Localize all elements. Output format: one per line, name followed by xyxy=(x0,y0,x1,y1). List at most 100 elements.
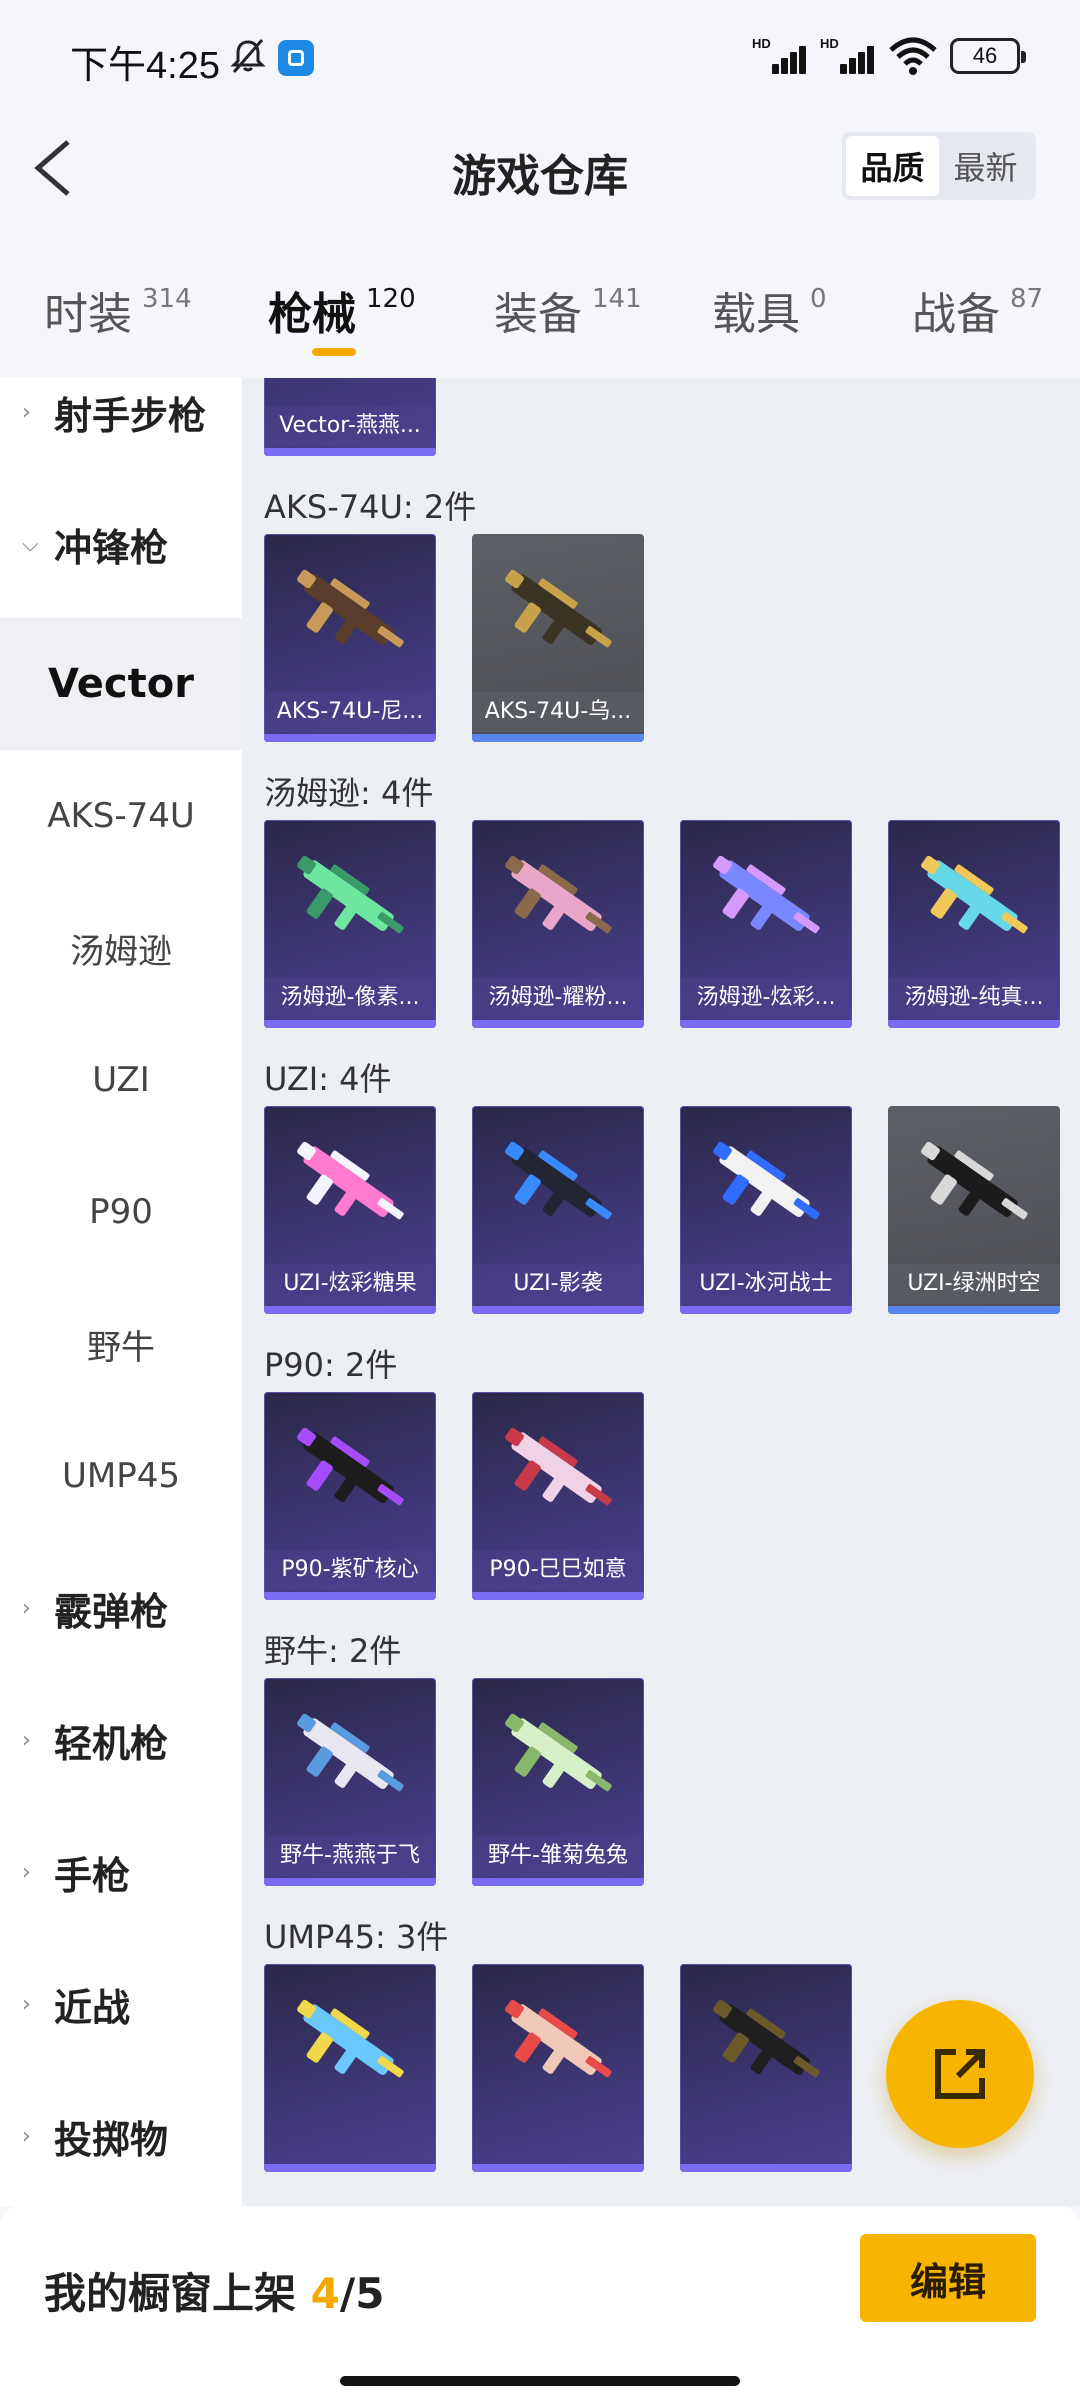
tab-equipment[interactable]: 装备 141 xyxy=(494,278,642,342)
weapon-skin-card[interactable]: UZI-炫彩糖果 xyxy=(264,1106,436,1314)
weapon-skin-name: 汤姆逊-炫彩... xyxy=(680,978,852,1018)
gun-skin-image xyxy=(505,1999,612,2078)
tab-guns[interactable]: 枪械 120 xyxy=(268,278,416,342)
weapon-skin-card[interactable]: 野牛-燕燕于飞 xyxy=(264,1678,436,1886)
tab-vehicles[interactable]: 载具 0 xyxy=(712,278,827,342)
sidebar-item-lmg[interactable]: › 轻机枪 xyxy=(0,1674,242,1806)
weapon-skin-name: P90-紫矿核心 xyxy=(264,1550,436,1590)
weapon-skin-card[interactable]: P90-巳巳如意 xyxy=(472,1392,644,1600)
rarity-bar xyxy=(264,1306,436,1314)
weapon-skin-name: 汤姆逊-纯真... xyxy=(888,978,1060,1018)
weapon-skin-card[interactable]: P90-紫矿核心 xyxy=(264,1392,436,1600)
weapon-skin-name: 汤姆逊-像素... xyxy=(264,978,436,1018)
gun-skin-image xyxy=(505,1713,612,1792)
weapon-skin-list: Vector-燕燕... AKS-74U: 2件 AKS-74U-尼... AKS-7… xyxy=(242,378,1080,2206)
weapon-skin-card[interactable]: 汤姆逊-像素... xyxy=(264,820,436,1028)
sidebar-item-thompson[interactable]: 汤姆逊 xyxy=(0,882,242,1014)
rarity-bar xyxy=(472,1592,644,1600)
gun-skin-image xyxy=(505,1141,612,1220)
chevron-down-icon: ⌵ xyxy=(22,531,39,557)
gun-skin-image xyxy=(713,855,820,934)
weapon-skin-name: UZI-绿洲时空 xyxy=(888,1264,1060,1304)
sidebar-item-ump45[interactable]: UMP45 xyxy=(0,1410,242,1542)
chevron-right-icon: › xyxy=(22,2123,31,2149)
sidebar-item-uzi[interactable]: UZI xyxy=(0,1014,242,1146)
battery-icon: 46 xyxy=(950,38,1026,74)
rarity-bar xyxy=(472,1878,644,1886)
weapon-skin-card[interactable]: UZI-冰河战士 xyxy=(680,1106,852,1314)
share-icon xyxy=(935,2049,985,2099)
rarity-bar xyxy=(472,734,644,742)
chevron-right-icon: › xyxy=(22,1991,31,2017)
weapon-skin-card[interactable]: 汤姆逊-纯真... xyxy=(888,820,1060,1028)
sidebar-item-shotgun[interactable]: › 霰弹枪 xyxy=(0,1542,242,1674)
share-button[interactable] xyxy=(886,2000,1034,2148)
gun-skin-image xyxy=(713,1141,820,1220)
gun-skin-image xyxy=(284,378,416,392)
weapon-skin-card[interactable] xyxy=(264,1964,436,2172)
rarity-bar xyxy=(264,1020,436,1028)
weapon-skin-card[interactable]: UZI-影袭 xyxy=(472,1106,644,1314)
sidebar-item-smg[interactable]: ⌵ 冲锋枪 xyxy=(0,478,242,610)
sidebar-item-melee[interactable]: › 近战 xyxy=(0,1938,242,2070)
wifi-icon xyxy=(889,37,937,75)
chevron-right-icon: › xyxy=(22,1859,31,1885)
tab-fashion[interactable]: 时装 314 xyxy=(44,278,192,342)
chevron-right-icon: › xyxy=(22,1727,31,1753)
weapon-skin-card[interactable]: Vector-燕燕... xyxy=(264,378,436,456)
gun-skin-image xyxy=(505,855,612,934)
tab-supplies[interactable]: 战备 87 xyxy=(912,278,1043,342)
rarity-bar xyxy=(264,2164,436,2172)
weapon-skin-name: UZI-影袭 xyxy=(472,1264,644,1304)
rarity-bar xyxy=(680,1306,852,1314)
bell-muted-icon xyxy=(230,39,266,73)
app-header: 游戏仓库 品质 最新 xyxy=(0,116,1080,220)
chevron-right-icon: › xyxy=(22,399,31,425)
weapon-skin-card[interactable] xyxy=(680,1964,852,2172)
weapon-skin-name: 野牛-燕燕于飞 xyxy=(264,1836,436,1876)
section-title: UZI: 4件 xyxy=(264,1060,392,1098)
gun-skin-image xyxy=(297,1141,404,1220)
rarity-bar xyxy=(264,734,436,742)
weapon-skin-card[interactable]: UZI-绿洲时空 xyxy=(888,1106,1060,1314)
weapon-skin-card[interactable] xyxy=(472,1964,644,2172)
sidebar-item-bizon[interactable]: 野牛 xyxy=(0,1278,242,1410)
app-notification-icon xyxy=(278,40,314,76)
rarity-bar xyxy=(264,1592,436,1600)
rarity-bar xyxy=(472,1306,644,1314)
category-tabs: 时装 314 枪械 120 装备 141 载具 0 战备 87 xyxy=(0,268,1080,378)
sort-quality[interactable]: 品质 xyxy=(846,136,939,196)
sidebar-item-pistol[interactable]: › 手枪 xyxy=(0,1806,242,1938)
rarity-bar xyxy=(888,1020,1060,1028)
section-title: 野牛: 2件 xyxy=(264,1632,402,1670)
gun-skin-image xyxy=(713,1999,820,2078)
rarity-bar xyxy=(264,1878,436,1886)
sidebar-item-p90[interactable]: P90 xyxy=(0,1146,242,1278)
weapon-skin-name: P90-巳巳如意 xyxy=(472,1550,644,1590)
rarity-bar xyxy=(680,1020,852,1028)
sort-newest[interactable]: 最新 xyxy=(939,136,1032,196)
active-tab-indicator xyxy=(312,348,356,356)
sidebar-item-vector[interactable]: Vector xyxy=(0,618,242,750)
chevron-right-icon: › xyxy=(22,1595,31,1621)
section-title: P90: 2件 xyxy=(264,1346,398,1384)
section-title: UMP45: 3件 xyxy=(264,1918,449,1956)
rarity-bar xyxy=(472,2164,644,2172)
weapon-skin-card[interactable]: 野牛-雏菊兔兔 xyxy=(472,1678,644,1886)
sort-toggle[interactable]: 品质 最新 xyxy=(842,132,1036,200)
gun-skin-image xyxy=(921,855,1028,934)
sidebar-item-aks74u[interactable]: AKS-74U xyxy=(0,750,242,882)
gun-skin-image xyxy=(921,1141,1028,1220)
weapon-skin-card[interactable]: AKS-74U-乌... xyxy=(472,534,644,742)
sidebar-item-marksman-rifle[interactable]: › 射手步枪 xyxy=(0,378,242,478)
weapon-skin-card[interactable]: 汤姆逊-炫彩... xyxy=(680,820,852,1028)
weapon-skin-card[interactable]: 汤姆逊-耀粉... xyxy=(472,820,644,1028)
home-indicator[interactable] xyxy=(340,2376,740,2386)
weapon-skin-name: Vector-燕燕... xyxy=(264,406,436,446)
gun-skin-image xyxy=(505,569,612,648)
edit-button[interactable]: 编辑 xyxy=(860,2234,1036,2322)
weapon-skin-name: UZI-炫彩糖果 xyxy=(264,1264,436,1304)
showcase-count: 我的橱窗上架 4/5 xyxy=(44,2269,385,2318)
weapon-skin-card[interactable]: AKS-74U-尼... xyxy=(264,534,436,742)
sidebar-item-throwable[interactable]: › 投掷物 xyxy=(0,2070,242,2202)
